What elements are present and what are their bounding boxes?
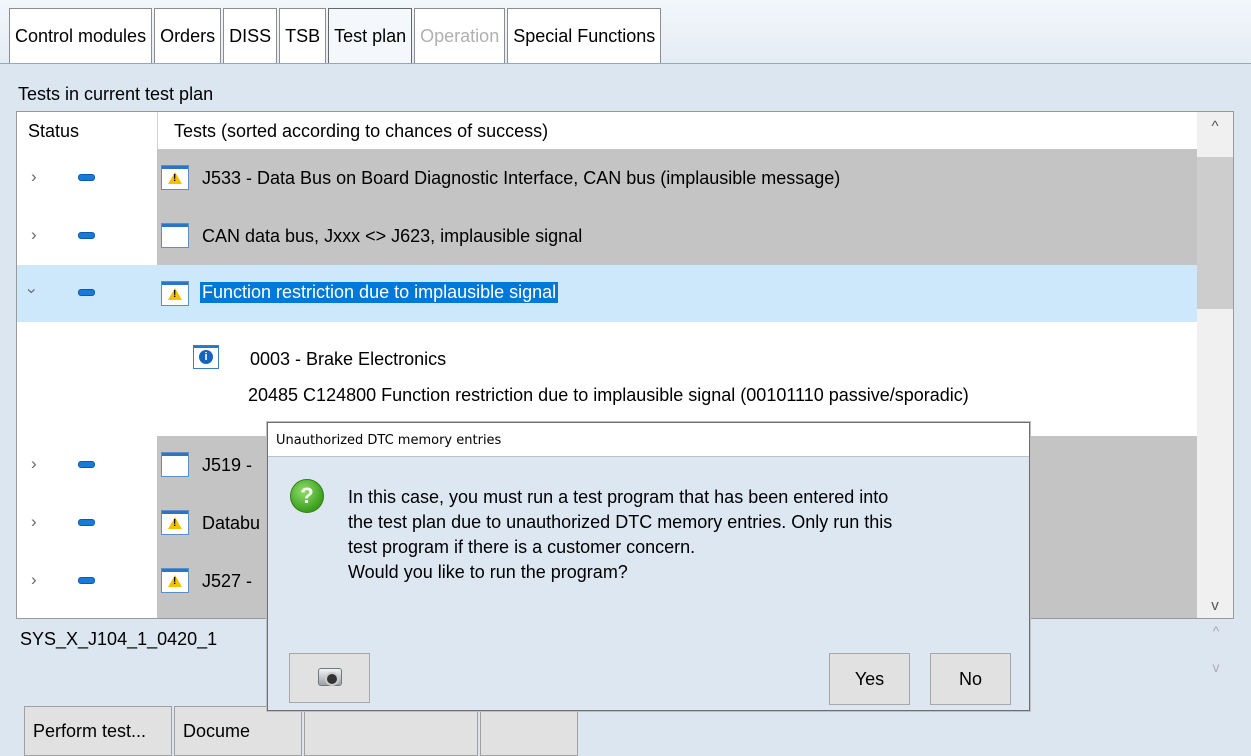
test-name: Databu bbox=[202, 513, 261, 533]
chevron-down-icon[interactable]: › bbox=[22, 288, 42, 294]
chevron-right-icon[interactable]: › bbox=[31, 570, 37, 590]
dialog-message: In this case, you must run a test progra… bbox=[348, 485, 1018, 585]
column-header-tests[interactable]: Tests (sorted according to chances of su… bbox=[174, 121, 548, 142]
status-dash-icon bbox=[78, 289, 95, 296]
test-name: J519 - bbox=[202, 455, 253, 475]
column-header-status[interactable]: Status bbox=[28, 121, 79, 142]
warning-doc-icon: ! bbox=[161, 510, 189, 535]
message-line: the test plan due to unauthorized DTC me… bbox=[348, 512, 893, 532]
test-name-selected: Function restriction due to implausible … bbox=[200, 282, 559, 303]
test-name: J527 - bbox=[202, 571, 253, 591]
detail-module: 0003 - Brake Electronics bbox=[250, 349, 447, 369]
table-scrollbar[interactable]: ^ v bbox=[1197, 112, 1233, 618]
tab-orders[interactable]: Orders bbox=[154, 8, 222, 63]
status-dash-icon bbox=[78, 577, 95, 584]
doc-icon bbox=[161, 223, 189, 248]
message-line: Would you like to run the program? bbox=[348, 562, 628, 582]
tab-operation: Operation bbox=[414, 8, 506, 63]
status-dash-icon bbox=[78, 519, 95, 526]
no-button[interactable]: No bbox=[930, 653, 1011, 705]
perform-test-button[interactable]: Perform test... bbox=[24, 706, 172, 756]
action-button[interactable] bbox=[480, 706, 578, 756]
chevron-right-icon[interactable]: › bbox=[31, 454, 37, 474]
dialog-title: Unauthorized DTC memory entries bbox=[276, 433, 502, 448]
camera-icon bbox=[318, 668, 342, 686]
message-line: test program if there is a customer conc… bbox=[348, 537, 696, 557]
document-button[interactable]: Docume bbox=[174, 706, 302, 756]
tab-bar: Control modules Orders DISS TSB Test pla… bbox=[0, 0, 1251, 68]
scroll-up-icon[interactable]: ^ bbox=[1198, 623, 1234, 639]
tab-control-modules[interactable]: Control modules bbox=[9, 8, 153, 63]
status-dash-icon bbox=[78, 232, 95, 239]
warning-doc-icon: ! bbox=[161, 568, 189, 593]
yes-button[interactable]: Yes bbox=[829, 653, 910, 705]
detail-dtc-line: 20485 C124800 Function restriction due t… bbox=[248, 385, 969, 405]
table-header: Status Tests (sorted according to chance… bbox=[17, 112, 1197, 149]
pane-scrollbar[interactable]: ^ v bbox=[1198, 619, 1234, 679]
chevron-right-icon[interactable]: › bbox=[31, 225, 37, 245]
column-divider bbox=[157, 112, 158, 149]
tab-tsb[interactable]: TSB bbox=[279, 8, 327, 63]
doc-icon bbox=[161, 452, 189, 477]
action-button[interactable] bbox=[304, 706, 478, 756]
dialog-titlebar[interactable]: Unauthorized DTC memory entries bbox=[268, 423, 1029, 457]
table-row-selected[interactable]: › ! Function restriction due to implausi… bbox=[17, 265, 1197, 322]
scroll-up-icon[interactable]: ^ bbox=[1197, 118, 1233, 135]
warning-doc-icon: ! bbox=[161, 165, 189, 190]
table-row[interactable]: › CAN data bus, Jxxx <> J623, implausibl… bbox=[17, 207, 1197, 265]
table-row[interactable]: › ! J533 - Data Bus on Board Diagnostic … bbox=[17, 149, 1197, 207]
chevron-right-icon[interactable]: › bbox=[31, 512, 37, 532]
screenshot-button[interactable] bbox=[289, 653, 370, 703]
test-name: J533 - Data Bus on Board Diagnostic Inte… bbox=[202, 168, 841, 188]
tab-diss[interactable]: DISS bbox=[223, 8, 278, 63]
warning-doc-icon: ! bbox=[161, 281, 189, 306]
question-icon: ? bbox=[290, 479, 324, 513]
dtc-dialog: Unauthorized DTC memory entries ? In thi… bbox=[267, 422, 1030, 711]
tab-list: Control modules Orders DISS TSB Test pla… bbox=[9, 8, 663, 63]
status-dash-icon bbox=[78, 174, 95, 181]
info-icon: i bbox=[193, 345, 219, 369]
tab-special-functions[interactable]: Special Functions bbox=[507, 8, 662, 63]
scroll-down-icon[interactable]: v bbox=[1198, 659, 1234, 675]
tab-test-plan[interactable]: Test plan bbox=[328, 8, 413, 63]
test-program-id: SYS_X_J104_1_0420_1 bbox=[20, 629, 218, 649]
test-name: CAN data bus, Jxxx <> J623, implausible … bbox=[202, 226, 583, 246]
status-dash-icon bbox=[78, 461, 95, 468]
section-title: Tests in current test plan bbox=[18, 84, 214, 104]
scroll-down-icon[interactable]: v bbox=[1197, 597, 1233, 614]
chevron-right-icon[interactable]: › bbox=[31, 167, 37, 187]
message-line: In this case, you must run a test progra… bbox=[348, 487, 889, 507]
scrollbar-thumb[interactable] bbox=[1197, 157, 1233, 309]
